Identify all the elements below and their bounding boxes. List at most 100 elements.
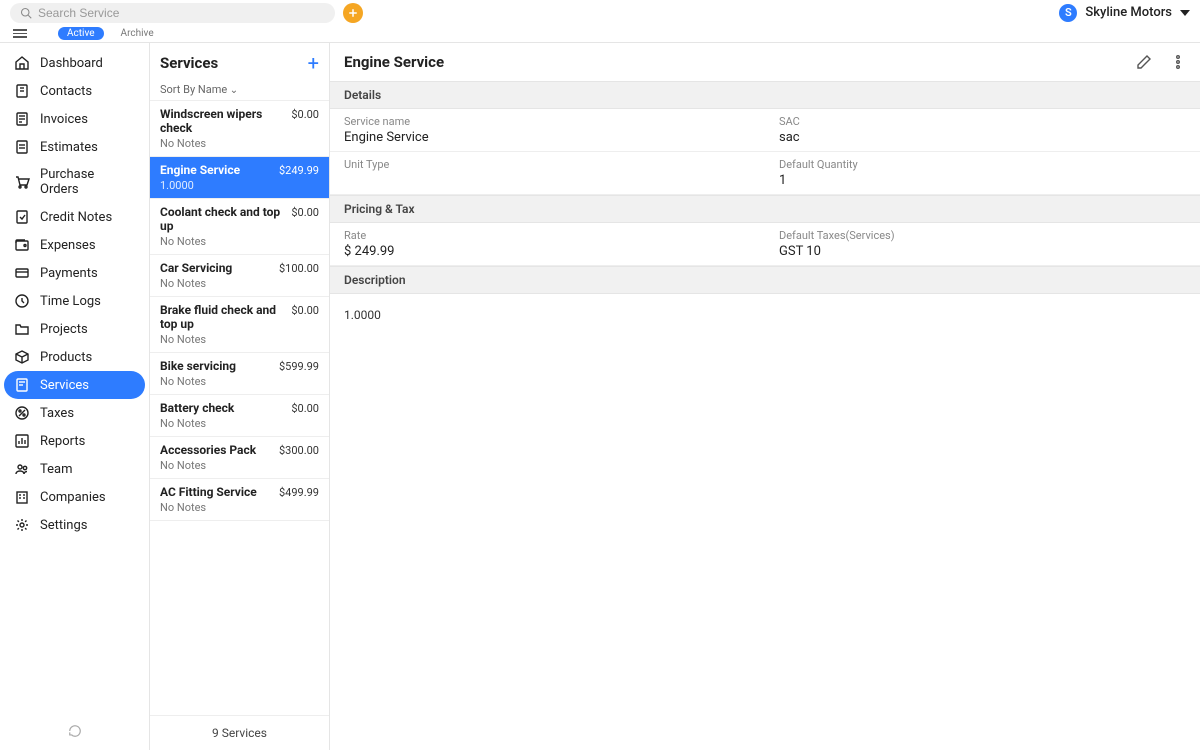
label-service-name: Service name — [344, 115, 751, 128]
service-item-price: $0.00 — [291, 402, 319, 415]
service-list-item[interactable]: Coolant check and top up $0.00 No Notes — [150, 199, 329, 255]
section-description: Description — [330, 266, 1200, 294]
service-list-item[interactable]: AC Fitting Service$499.99No Notes — [150, 479, 329, 521]
value-service-name: Engine Service — [344, 130, 751, 145]
section-pricing: Pricing & Tax — [330, 195, 1200, 223]
service-item-sub: No Notes — [160, 417, 319, 430]
service-item-price: $499.99 — [279, 486, 319, 499]
nav-label: Expenses — [40, 238, 96, 253]
service-list-item[interactable]: Car Servicing $100.00 No Notes — [150, 255, 329, 297]
nav-item-taxes[interactable]: Taxes — [0, 399, 149, 427]
caret-down-icon — [1180, 10, 1190, 16]
service-item-title: Accessories Pack — [160, 443, 256, 457]
label-unit-type: Unit Type — [344, 158, 751, 171]
tab-archive[interactable]: Archive — [112, 27, 163, 40]
nav-item-payments[interactable]: Payments — [0, 259, 149, 287]
nav-item-expenses[interactable]: Expenses — [0, 231, 149, 259]
nav-item-reports[interactable]: Reports — [0, 427, 149, 455]
edit-button[interactable] — [1136, 54, 1152, 70]
nav-label: Payments — [40, 266, 98, 281]
nav-label: Contacts — [40, 84, 92, 99]
cube-icon — [14, 349, 30, 365]
value-sac: sac — [779, 130, 1186, 145]
service-list-item[interactable]: Accessories Pack$300.00No Notes — [150, 437, 329, 479]
percent-icon — [14, 405, 30, 421]
nav-item-time-logs[interactable]: Time Logs — [0, 287, 149, 315]
add-button[interactable] — [343, 3, 363, 23]
service-item-title: Battery check — [160, 401, 234, 415]
nav-item-purchase-orders[interactable]: Purchase Orders — [0, 161, 149, 203]
services-list-title: Services — [160, 54, 218, 72]
nav-label: Invoices — [40, 112, 88, 127]
contacts-icon — [14, 83, 30, 99]
home-icon — [14, 55, 30, 71]
nav-label: Estimates — [40, 140, 98, 155]
detail-title: Engine Service — [344, 53, 444, 71]
nav-label: Companies — [40, 490, 106, 505]
services-list-column: Services + Sort By Name Windscreen wiper… — [150, 43, 330, 750]
nav-label: Team — [40, 462, 73, 477]
search-field[interactable] — [10, 3, 335, 23]
service-item-sub: No Notes — [160, 235, 319, 248]
service-item-price: $100.00 — [279, 262, 319, 275]
service-item-title: Car Servicing — [160, 261, 232, 275]
nav-item-settings[interactable]: Settings — [0, 511, 149, 539]
nav-label: Credit Notes — [40, 210, 112, 225]
more-menu-button[interactable] — [1170, 54, 1186, 70]
service-item-title: Bike servicing — [160, 359, 236, 373]
account-switcher[interactable]: S Skyline Motors — [1059, 4, 1190, 22]
service-item-price: $599.99 — [279, 360, 319, 373]
nav-label: Time Logs — [40, 294, 101, 309]
nav-item-contacts[interactable]: Contacts — [0, 77, 149, 105]
service-item-price: $0.00 — [291, 108, 319, 121]
search-input[interactable] — [38, 6, 325, 20]
service-list-item[interactable]: Battery check $0.00 No Notes — [150, 395, 329, 437]
nav-item-companies[interactable]: Companies — [0, 483, 149, 511]
account-name: Skyline Motors — [1085, 5, 1172, 20]
nav-label: Projects — [40, 322, 88, 337]
menu-toggle[interactable] — [10, 29, 30, 38]
nav-item-team[interactable]: Team — [0, 455, 149, 483]
service-item-sub: No Notes — [160, 459, 319, 472]
nav-label: Dashboard — [40, 56, 103, 71]
service-item-price: $0.00 — [291, 206, 319, 219]
wallet-icon — [14, 237, 30, 253]
folder-icon — [14, 321, 30, 337]
company-icon — [14, 489, 30, 505]
nav-item-estimates[interactable]: Estimates — [0, 133, 149, 161]
add-service-button[interactable]: + — [308, 53, 319, 73]
service-list-item[interactable]: Engine Service$249.991.0000 — [150, 157, 329, 199]
team-icon — [14, 461, 30, 477]
tab-active[interactable]: Active — [58, 27, 104, 40]
service-list-item[interactable]: Windscreen wipers check$0.00No Notes — [150, 101, 329, 157]
service-list-item[interactable]: Bike servicing $599.99 No Notes — [150, 353, 329, 395]
creditnote-icon — [14, 209, 30, 225]
service-item-sub: No Notes — [160, 277, 319, 290]
nav-label: Services — [40, 378, 89, 393]
service-list-item[interactable]: Brake fluid check and top up$0.00No Note… — [150, 297, 329, 353]
nav-item-dashboard[interactable]: Dashboard — [0, 49, 149, 77]
service-item-title: Windscreen wipers check — [160, 107, 287, 135]
avatar: S — [1059, 4, 1077, 22]
label-rate: Rate — [344, 229, 751, 242]
description-text: 1.0000 — [330, 294, 1200, 336]
clock-icon — [14, 293, 30, 309]
services-icon — [14, 377, 30, 393]
nav-label: Taxes — [40, 406, 74, 421]
sort-dropdown[interactable]: Sort By Name — [150, 79, 329, 101]
section-details: Details — [330, 81, 1200, 109]
estimate-icon — [14, 139, 30, 155]
label-sac: SAC — [779, 115, 1186, 128]
nav-item-invoices[interactable]: Invoices — [0, 105, 149, 133]
service-item-price: $0.00 — [291, 304, 319, 317]
service-item-sub: No Notes — [160, 375, 319, 388]
refresh-icon[interactable] — [68, 724, 82, 742]
nav-item-services[interactable]: Services — [4, 371, 145, 399]
nav-label: Reports — [40, 434, 85, 449]
value-default-taxes: GST 10 — [779, 244, 1186, 259]
nav-item-credit-notes[interactable]: Credit Notes — [0, 203, 149, 231]
service-item-title: Coolant check and top up — [160, 205, 287, 233]
nav-item-projects[interactable]: Projects — [0, 315, 149, 343]
nav-item-products[interactable]: Products — [0, 343, 149, 371]
service-item-sub: 1.0000 — [160, 179, 319, 192]
